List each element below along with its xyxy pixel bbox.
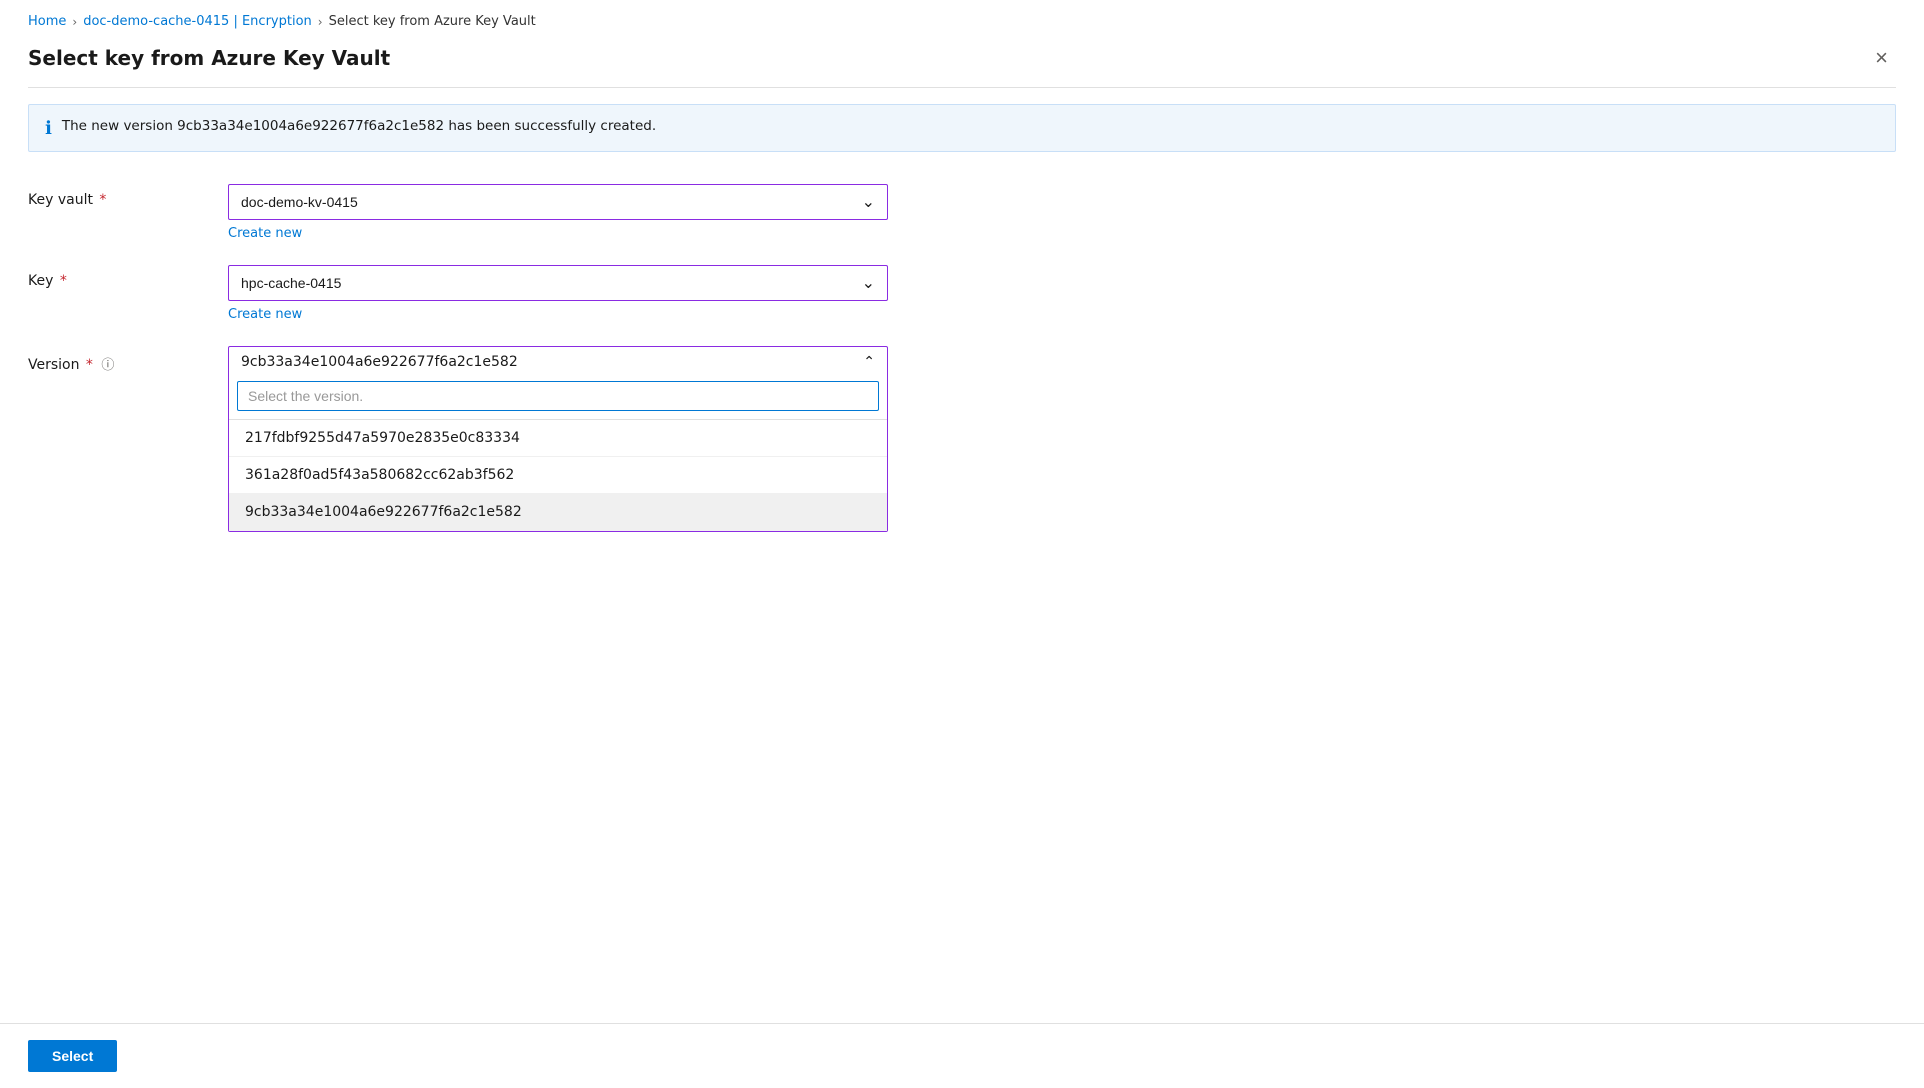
panel-header: Select key from Azure Key Vault ×: [28, 43, 1896, 88]
breadcrumb: Home › doc-demo-cache-0415 | Encryption …: [0, 0, 1924, 43]
info-banner: ℹ The new version 9cb33a34e1004a6e922677…: [28, 104, 1896, 152]
list-item[interactable]: 217fdbf9255d47a5970e2835e0c83334: [229, 420, 887, 457]
version-selected-value: 9cb33a34e1004a6e922677f6a2c1e582: [241, 354, 518, 370]
key-vault-required: *: [95, 192, 106, 208]
form-section: Key vault * doc-demo-kv-0415 ⌄ Create ne…: [28, 176, 1896, 564]
key-vault-label: Key vault *: [28, 184, 228, 208]
breadcrumb-sep-1: ›: [72, 15, 77, 29]
panel: Select key from Azure Key Vault × ℹ The …: [0, 43, 1924, 592]
version-options-list: 217fdbf9255d47a5970e2835e0c83334 361a28f…: [229, 419, 887, 531]
list-item[interactable]: 9cb33a34e1004a6e922677f6a2c1e582: [229, 494, 887, 531]
key-row: Key * hpc-cache-0415 ⌄ Create new: [28, 265, 1896, 322]
key-control-group: hpc-cache-0415 ⌄ Create new: [228, 265, 888, 322]
version-info-icon[interactable]: ⓘ: [101, 358, 114, 373]
key-dropdown[interactable]: hpc-cache-0415 ⌄: [228, 265, 888, 301]
version-search-input[interactable]: [237, 381, 879, 411]
key-label: Key *: [28, 265, 228, 289]
version-label: Version * ⓘ: [28, 346, 228, 373]
breadcrumb-home[interactable]: Home: [28, 14, 66, 29]
key-vault-create-new-link[interactable]: Create new: [228, 226, 302, 241]
key-create-new-link[interactable]: Create new: [228, 307, 302, 322]
version-dropdown: 9cb33a34e1004a6e922677f6a2c1e582 ⌃ 217fd…: [228, 346, 888, 532]
key-vault-dropdown[interactable]: doc-demo-kv-0415 ⌄: [228, 184, 888, 220]
info-circle-icon: ℹ: [45, 118, 52, 139]
key-required: *: [55, 273, 66, 289]
panel-title: Select key from Azure Key Vault: [28, 46, 390, 70]
list-item[interactable]: 361a28f0ad5f43a580682cc62ab3f562: [229, 457, 887, 494]
key-value: hpc-cache-0415: [241, 275, 341, 291]
version-dropdown-header[interactable]: 9cb33a34e1004a6e922677f6a2c1e582 ⌃: [229, 347, 887, 377]
banner-message: The new version 9cb33a34e1004a6e922677f6…: [62, 117, 656, 136]
footer: Select: [0, 1023, 1924, 1088]
breadcrumb-sep-2: ›: [318, 15, 323, 29]
version-required: *: [81, 357, 92, 373]
key-vault-row: Key vault * doc-demo-kv-0415 ⌄ Create ne…: [28, 184, 1896, 241]
close-button[interactable]: ×: [1867, 43, 1896, 73]
select-button[interactable]: Select: [28, 1040, 117, 1072]
key-vault-control-group: doc-demo-kv-0415 ⌄ Create new: [228, 184, 888, 241]
key-vault-value: doc-demo-kv-0415: [241, 194, 358, 210]
version-chevron-up-icon: ⌃: [863, 354, 875, 370]
key-chevron-down-icon: ⌄: [862, 273, 875, 293]
version-row: Version * ⓘ 9cb33a34e1004a6e922677f6a2c1…: [28, 346, 1896, 532]
key-vault-chevron-down-icon: ⌄: [862, 192, 875, 212]
breadcrumb-current: Select key from Azure Key Vault: [329, 14, 536, 29]
version-control-group: 9cb33a34e1004a6e922677f6a2c1e582 ⌃ 217fd…: [228, 346, 888, 532]
breadcrumb-resource[interactable]: doc-demo-cache-0415 | Encryption: [83, 14, 312, 29]
